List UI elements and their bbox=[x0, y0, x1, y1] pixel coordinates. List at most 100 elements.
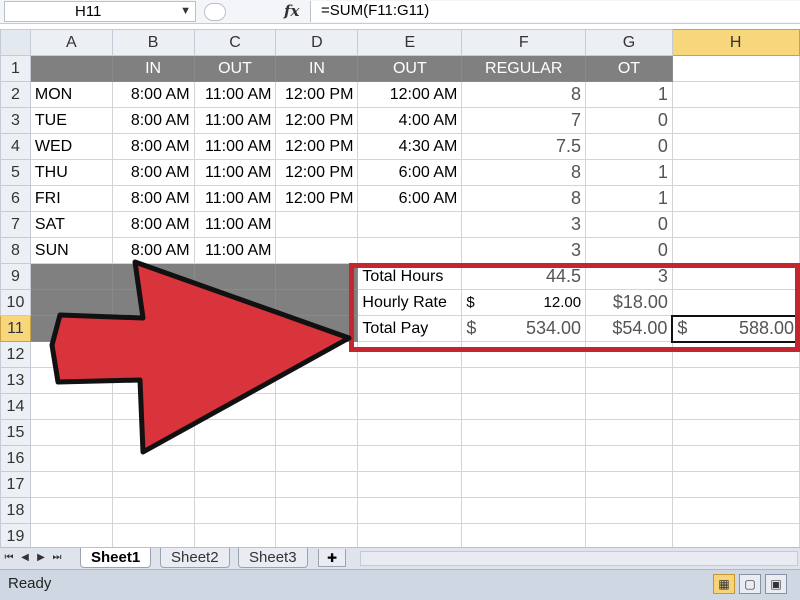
cell-gray[interactable] bbox=[111, 263, 195, 290]
cell-empty[interactable] bbox=[29, 445, 113, 472]
total-pay-regular[interactable]: $534.00 bbox=[461, 315, 587, 342]
column-header-c[interactable]: C bbox=[193, 29, 277, 56]
row-header[interactable]: 19 bbox=[0, 523, 31, 547]
cell-out2[interactable]: 6:00 AM bbox=[357, 159, 463, 186]
column-header-a[interactable]: A bbox=[29, 29, 113, 56]
cell-empty[interactable] bbox=[461, 445, 587, 472]
cell-day[interactable]: THU bbox=[29, 159, 113, 186]
cell-gray[interactable] bbox=[29, 315, 113, 342]
cell-empty[interactable] bbox=[193, 497, 277, 524]
cell-empty[interactable] bbox=[585, 471, 673, 498]
cell-empty[interactable] bbox=[671, 81, 800, 108]
cell-empty[interactable] bbox=[671, 263, 800, 290]
cell-gray[interactable] bbox=[29, 289, 113, 316]
cell-gray[interactable] bbox=[193, 289, 277, 316]
cell-empty[interactable] bbox=[357, 367, 463, 394]
cell-empty[interactable] bbox=[671, 523, 800, 547]
cell-empty[interactable] bbox=[585, 419, 673, 446]
page-break-view-icon[interactable]: ▣ bbox=[765, 574, 787, 594]
cell-in2[interactable]: 12:00 PM bbox=[275, 159, 359, 186]
column-header-e[interactable]: E bbox=[357, 29, 463, 56]
formula-bar-expand-handle[interactable] bbox=[204, 3, 226, 21]
cell-regular[interactable]: 7.5 bbox=[461, 133, 587, 160]
cell-gray[interactable] bbox=[111, 315, 195, 342]
cell-regular[interactable]: 7 bbox=[461, 107, 587, 134]
cell-empty[interactable] bbox=[29, 367, 113, 394]
name-box-dropdown-icon[interactable]: ▼ bbox=[180, 2, 191, 21]
cell-out2[interactable] bbox=[357, 237, 463, 264]
cell-empty[interactable] bbox=[275, 523, 359, 547]
row-header[interactable]: 8 bbox=[0, 237, 31, 264]
cell-in1[interactable]: 8:00 AM bbox=[111, 159, 195, 186]
hourly-rate-ot[interactable]: $18.00 bbox=[585, 289, 673, 316]
cell-gray[interactable] bbox=[29, 263, 113, 290]
cell-empty[interactable] bbox=[193, 367, 277, 394]
cell-empty[interactable] bbox=[29, 523, 113, 547]
cell-d1[interactable]: IN bbox=[275, 55, 359, 82]
tab-sheet1[interactable]: Sheet1 bbox=[80, 548, 152, 568]
total-pay-ot[interactable]: $54.00 bbox=[585, 315, 673, 342]
row-header[interactable]: 15 bbox=[0, 419, 31, 446]
total-pay-label[interactable]: Total Pay bbox=[357, 315, 463, 342]
cell-day[interactable]: WED bbox=[29, 133, 113, 160]
cell-empty[interactable] bbox=[111, 523, 195, 547]
row-header[interactable]: 13 bbox=[0, 367, 31, 394]
hourly-rate-label[interactable]: Hourly Rate bbox=[357, 289, 463, 316]
grand-total-cell[interactable]: $588.00 bbox=[671, 314, 800, 343]
cell-empty[interactable] bbox=[111, 471, 195, 498]
cell-a1[interactable] bbox=[29, 55, 113, 82]
row-header[interactable]: 2 bbox=[0, 81, 31, 108]
cell-empty[interactable] bbox=[671, 497, 800, 524]
cell-ot[interactable]: 0 bbox=[585, 211, 673, 238]
cell-empty[interactable] bbox=[671, 393, 800, 420]
cell-empty[interactable] bbox=[357, 445, 463, 472]
cell-h1[interactable] bbox=[671, 55, 800, 82]
cell-empty[interactable] bbox=[585, 393, 673, 420]
select-all-corner[interactable] bbox=[0, 29, 31, 56]
cell-empty[interactable] bbox=[29, 393, 113, 420]
formula-input[interactable]: =SUM(F11:G11) bbox=[310, 1, 800, 22]
cell-empty[interactable] bbox=[275, 419, 359, 446]
cell-in1[interactable]: 8:00 AM bbox=[111, 81, 195, 108]
cell-empty[interactable] bbox=[275, 367, 359, 394]
cell-in1[interactable]: 8:00 AM bbox=[111, 237, 195, 264]
cell-empty[interactable] bbox=[29, 341, 113, 368]
column-header-f[interactable]: F bbox=[461, 29, 587, 56]
cell-empty[interactable] bbox=[29, 471, 113, 498]
cell-empty[interactable] bbox=[671, 289, 800, 316]
cell-empty[interactable] bbox=[193, 471, 277, 498]
cell-in2[interactable] bbox=[275, 237, 359, 264]
cell-out1[interactable]: 11:00 AM bbox=[193, 237, 277, 264]
cell-e1[interactable]: OUT bbox=[357, 55, 463, 82]
column-header-h[interactable]: H bbox=[671, 29, 800, 56]
cell-empty[interactable] bbox=[671, 445, 800, 472]
cell-empty[interactable] bbox=[585, 367, 673, 394]
cell-out2[interactable]: 6:00 AM bbox=[357, 185, 463, 212]
first-sheet-icon[interactable]: ⏮ bbox=[2, 550, 16, 566]
cell-empty[interactable] bbox=[461, 341, 587, 368]
cell-empty[interactable] bbox=[193, 393, 277, 420]
row-header[interactable]: 14 bbox=[0, 393, 31, 420]
column-header-g[interactable]: G bbox=[585, 29, 673, 56]
row-header[interactable]: 18 bbox=[0, 497, 31, 524]
cell-empty[interactable] bbox=[29, 497, 113, 524]
cell-in2[interactable]: 12:00 PM bbox=[275, 107, 359, 134]
cell-c1[interactable]: OUT bbox=[193, 55, 277, 82]
total-hours-regular[interactable]: 44.5 bbox=[461, 263, 587, 290]
row-header[interactable]: 12 bbox=[0, 341, 31, 368]
cell-empty[interactable] bbox=[671, 419, 800, 446]
cell-empty[interactable] bbox=[585, 523, 673, 547]
cell-in1[interactable]: 8:00 AM bbox=[111, 107, 195, 134]
cell-empty[interactable] bbox=[671, 159, 800, 186]
cell-in2[interactable] bbox=[275, 211, 359, 238]
row-header[interactable]: 5 bbox=[0, 159, 31, 186]
cell-regular[interactable]: 3 bbox=[461, 211, 587, 238]
cell-day[interactable]: TUE bbox=[29, 107, 113, 134]
cell-gray[interactable] bbox=[111, 289, 195, 316]
cell-empty[interactable] bbox=[461, 471, 587, 498]
insert-function-icon[interactable]: fx bbox=[284, 0, 299, 22]
cell-empty[interactable] bbox=[275, 341, 359, 368]
normal-view-icon[interactable]: ▦ bbox=[713, 574, 735, 594]
cell-ot[interactable]: 0 bbox=[585, 107, 673, 134]
column-header-d[interactable]: D bbox=[275, 29, 359, 56]
